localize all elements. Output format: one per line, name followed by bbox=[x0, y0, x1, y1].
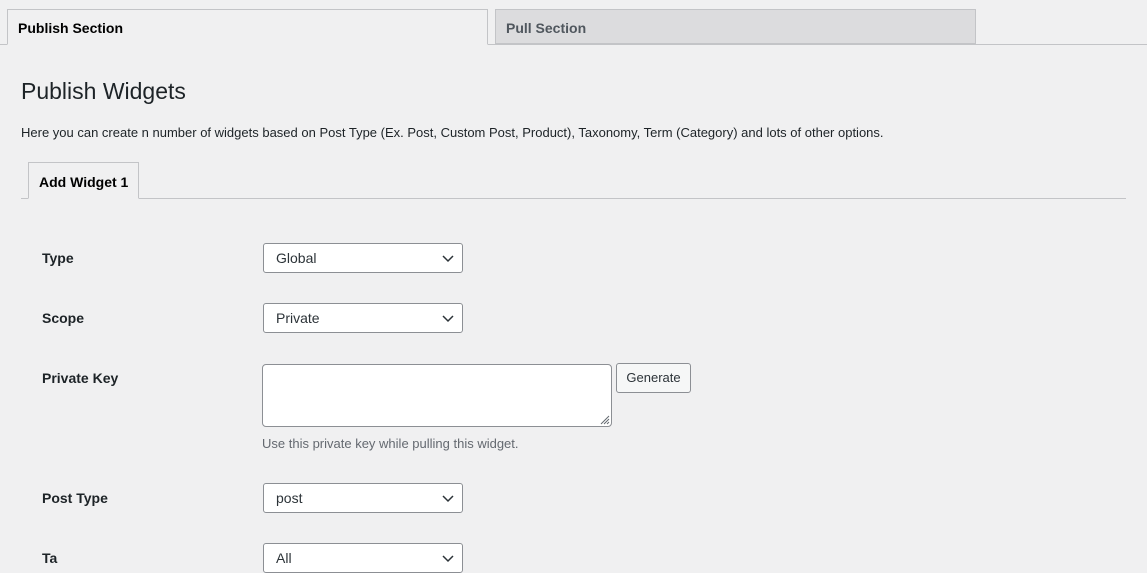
widget-tabs: Add Widget 1 bbox=[21, 162, 1126, 199]
taxonomy-select[interactable]: All bbox=[263, 543, 463, 573]
type-label: Type bbox=[42, 250, 74, 266]
tab-publish-section[interactable]: Publish Section bbox=[7, 9, 488, 45]
private-key-textarea[interactable] bbox=[262, 364, 612, 427]
page-description: Here you can create n number of widgets … bbox=[21, 125, 884, 140]
chevron-down-icon bbox=[442, 315, 454, 323]
post-type-select[interactable]: post bbox=[263, 483, 463, 513]
private-key-help: Use this private key while pulling this … bbox=[262, 436, 519, 451]
taxonomy-label: Ta bbox=[42, 550, 58, 566]
tab-add-widget-1[interactable]: Add Widget 1 bbox=[28, 162, 140, 199]
post-type-label: Post Type bbox=[42, 490, 108, 506]
scope-select[interactable]: Private bbox=[263, 303, 463, 333]
chevron-down-icon bbox=[442, 495, 454, 503]
post-type-select-value: post bbox=[276, 490, 303, 506]
tab-pull-section[interactable]: Pull Section bbox=[495, 9, 976, 44]
type-select[interactable]: Global bbox=[263, 243, 463, 273]
taxonomy-select-value: All bbox=[276, 550, 292, 566]
type-select-value: Global bbox=[276, 250, 317, 266]
generate-button[interactable]: Generate bbox=[616, 363, 691, 393]
scope-select-value: Private bbox=[276, 310, 320, 326]
page-title: Publish Widgets bbox=[21, 78, 186, 104]
chevron-down-icon bbox=[442, 555, 454, 563]
private-key-label: Private Key bbox=[42, 370, 119, 386]
chevron-down-icon bbox=[442, 255, 454, 263]
main-nav-tabs: Publish Section Pull Section bbox=[0, 0, 1147, 45]
scope-label: Scope bbox=[42, 310, 85, 326]
resize-grip-icon[interactable] bbox=[598, 413, 610, 425]
